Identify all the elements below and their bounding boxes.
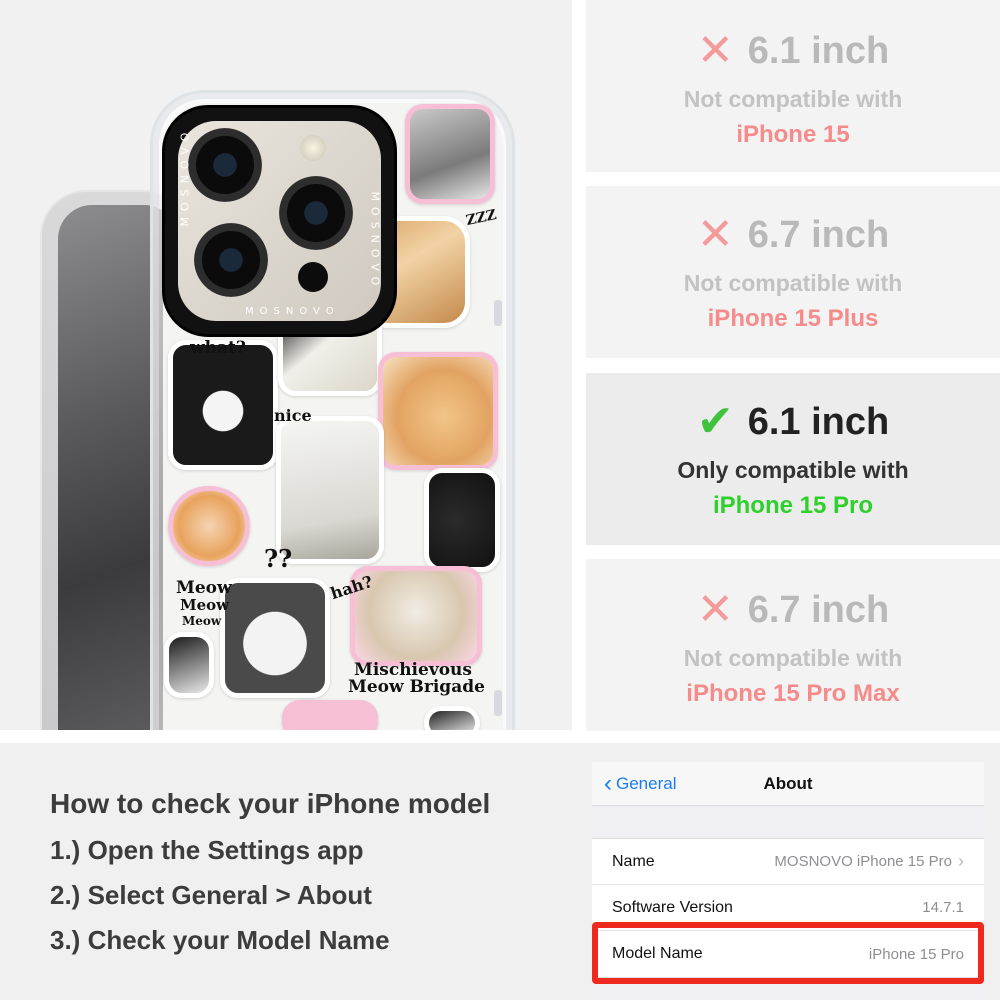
ios-row-name[interactable]: Name MOSNOVO iPhone 15 Pro › xyxy=(592,839,984,885)
compat-panel-6-1-iphone-15: ✕ 6.1 inch Not compatible with iPhone 15 xyxy=(586,0,1000,172)
compat-panel-6-7-iphone-15-plus: ✕ 6.7 inch Not compatible with iPhone 15… xyxy=(586,186,1000,358)
cat-sticker-bottom-left xyxy=(164,632,214,698)
ios-row-value: 14.7.1 xyxy=(922,899,964,916)
sticker-text-meow-3: Meow xyxy=(182,614,222,628)
compat-status: Not compatible with xyxy=(683,645,903,671)
cat-sticker-bottom-pink xyxy=(282,700,378,730)
chevron-right-icon: › xyxy=(958,851,964,871)
ios-nav-bar: ‹ General About xyxy=(592,762,984,806)
instruction-step: 1.) Open the Settings app xyxy=(50,835,364,865)
cat-sticker-glasses xyxy=(378,352,498,470)
sticker-text-meow-brigade: Meow Brigade xyxy=(348,677,485,697)
ios-row-label: Name xyxy=(612,852,655,870)
cat-sticker-black xyxy=(424,468,500,572)
ios-page-title: About xyxy=(763,774,813,793)
compat-model: iPhone 15 Pro Max xyxy=(686,680,900,707)
product-image: !!! what? nice ZZZ ?? hah? Meow Meow Meo… xyxy=(0,0,572,730)
sticker-text-what: what? xyxy=(190,338,246,358)
sticker-text-meow-2: Meow xyxy=(180,596,230,614)
cat-sticker-gray xyxy=(405,104,495,204)
brand-text-vertical-right: MOSNOVO xyxy=(368,191,382,292)
cross-icon: ✕ xyxy=(696,26,734,75)
lidar-sensor-icon xyxy=(298,262,328,292)
case-side-button xyxy=(494,690,502,716)
compat-status: Not compatible with xyxy=(683,86,903,112)
ios-row-value: MOSNOVO iPhone 15 Pro xyxy=(774,853,952,870)
compat-model: iPhone 15 xyxy=(736,121,850,148)
compat-panel-6-1-iphone-15-pro: ✔ 6.1 inch Only compatible with iPhone 1… xyxy=(586,373,1000,545)
check-icon: ✔ xyxy=(696,397,734,446)
cat-sticker-bottom-right xyxy=(424,706,480,730)
cat-sticker-orange xyxy=(168,486,250,566)
sticker-text-meow-1: Meow xyxy=(176,578,232,598)
screen-size: 6.7 inch xyxy=(747,588,890,631)
compat-model: iPhone 15 Pro xyxy=(712,492,874,519)
cross-icon: ✕ xyxy=(696,210,734,259)
brand-text-bottom: MOSNOVO xyxy=(245,306,340,317)
camera-lens-icon xyxy=(188,128,262,202)
compat-status: Not compatible with xyxy=(683,270,903,296)
brand-text-vertical: MOSNOVO xyxy=(178,126,192,227)
instruction-step: 2.) Select General > About xyxy=(50,880,372,910)
compat-model: iPhone 15 Plus xyxy=(707,305,879,332)
case-side-button xyxy=(494,300,502,326)
screen-size: 6.1 inch xyxy=(747,29,890,72)
camera-flash-icon xyxy=(300,135,326,161)
cat-sticker-white xyxy=(276,416,384,564)
screen-size: 6.7 inch xyxy=(747,213,890,256)
camera-lens-icon xyxy=(194,223,268,297)
compat-panel-6-7-iphone-15-pro-max: ✕ 6.7 inch Not compatible with iPhone 15… xyxy=(586,559,1000,731)
cross-icon: ✕ xyxy=(696,585,734,634)
sticker-text-question: ?? xyxy=(264,544,293,573)
sticker-text-nice: nice xyxy=(274,406,312,425)
compat-status: Only compatible with xyxy=(677,457,909,483)
model-name-highlight-box xyxy=(592,922,984,984)
ios-row-label: Software Version xyxy=(612,898,733,916)
camera-lens-icon xyxy=(279,176,353,250)
cat-sticker-sad xyxy=(220,578,330,698)
instructions-title: How to check your iPhone model xyxy=(50,788,491,819)
instruction-step: 3.) Check your Model Name xyxy=(50,925,390,955)
screen-size: 6.1 inch xyxy=(747,400,890,443)
cat-sticker-tuxedo xyxy=(168,340,278,470)
